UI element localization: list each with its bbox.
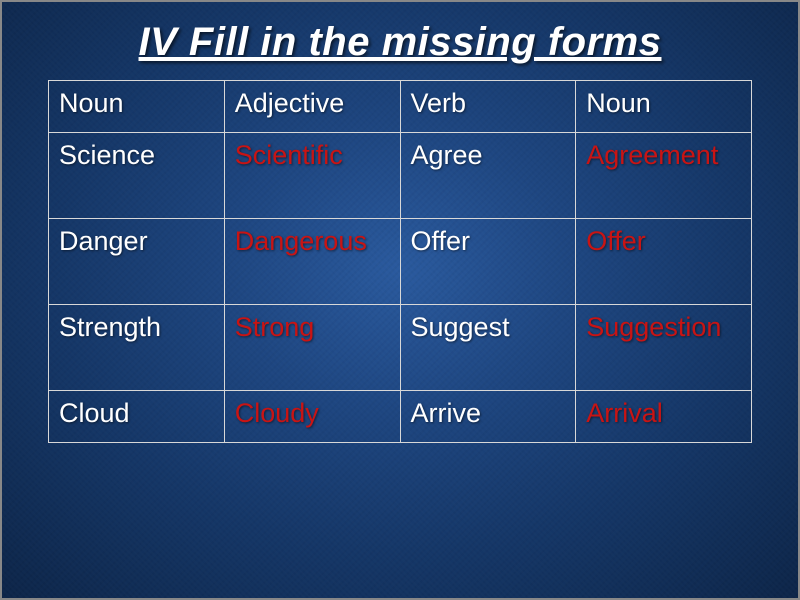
cell-adjective: Dangerous [224, 219, 400, 305]
cell-verb: Arrive [400, 391, 576, 443]
header-verb: Verb [400, 81, 576, 133]
cell-adjective: Scientific [224, 133, 400, 219]
header-adjective: Adjective [224, 81, 400, 133]
cell-noun: Cloud [49, 391, 225, 443]
cell-verb: Agree [400, 133, 576, 219]
cell-adjective: Strong [224, 305, 400, 391]
slide: IV Fill in the missing forms Noun Adject… [0, 0, 800, 600]
cell-noun: Danger [49, 219, 225, 305]
table-header-row: Noun Adjective Verb Noun [49, 81, 752, 133]
word-forms-table: Noun Adjective Verb Noun Science Scienti… [48, 80, 752, 443]
cell-noun: Science [49, 133, 225, 219]
cell-noun-derived: Offer [576, 219, 752, 305]
cell-noun-derived: Arrival [576, 391, 752, 443]
cell-noun: Strength [49, 305, 225, 391]
cell-adjective: Cloudy [224, 391, 400, 443]
cell-noun-derived: Agreement [576, 133, 752, 219]
header-noun-2: Noun [576, 81, 752, 133]
header-noun-1: Noun [49, 81, 225, 133]
slide-title: IV Fill in the missing forms [48, 18, 752, 66]
cell-verb: Suggest [400, 305, 576, 391]
cell-noun-derived: Suggestion [576, 305, 752, 391]
table-row: Danger Dangerous Offer Offer [49, 219, 752, 305]
cell-verb: Offer [400, 219, 576, 305]
table-row: Cloud Cloudy Arrive Arrival [49, 391, 752, 443]
table-row: Strength Strong Suggest Suggestion [49, 305, 752, 391]
table-row: Science Scientific Agree Agreement [49, 133, 752, 219]
